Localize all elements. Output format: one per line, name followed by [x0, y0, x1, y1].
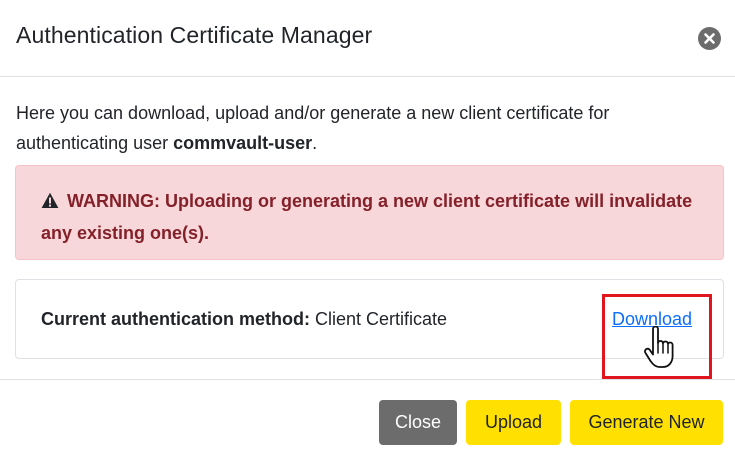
dialog-header: Authentication Certificate Manager [0, 0, 735, 77]
dialog-footer: Close Upload Generate New [0, 379, 735, 460]
warning-triangle-icon [41, 188, 59, 218]
auth-method-row: Current authentication method: Client Ce… [41, 309, 447, 330]
warning-alert: WARNING: Uploading or generating a new c… [15, 165, 724, 260]
auth-method-label: Current authentication method: [41, 309, 310, 329]
intro-text-after: . [312, 133, 318, 153]
dialog-title: Authentication Certificate Manager [16, 22, 373, 48]
username: commvault-user [173, 133, 313, 153]
auth-method-value: Client Certificate [315, 309, 448, 329]
close-circle-icon[interactable] [698, 27, 721, 50]
intro-text: Here you can download, upload and/or gen… [16, 98, 716, 158]
hand-cursor-icon [642, 325, 680, 375]
generate-new-button[interactable]: Generate New [570, 400, 723, 445]
close-button[interactable]: Close [379, 400, 457, 445]
upload-button[interactable]: Upload [466, 400, 561, 445]
certificate-manager-dialog: Authentication Certificate Manager Here … [0, 0, 735, 460]
warning-text: WARNING: Uploading or generating a new c… [41, 191, 693, 243]
warning-message: WARNING: Uploading or generating a new c… [41, 186, 701, 248]
